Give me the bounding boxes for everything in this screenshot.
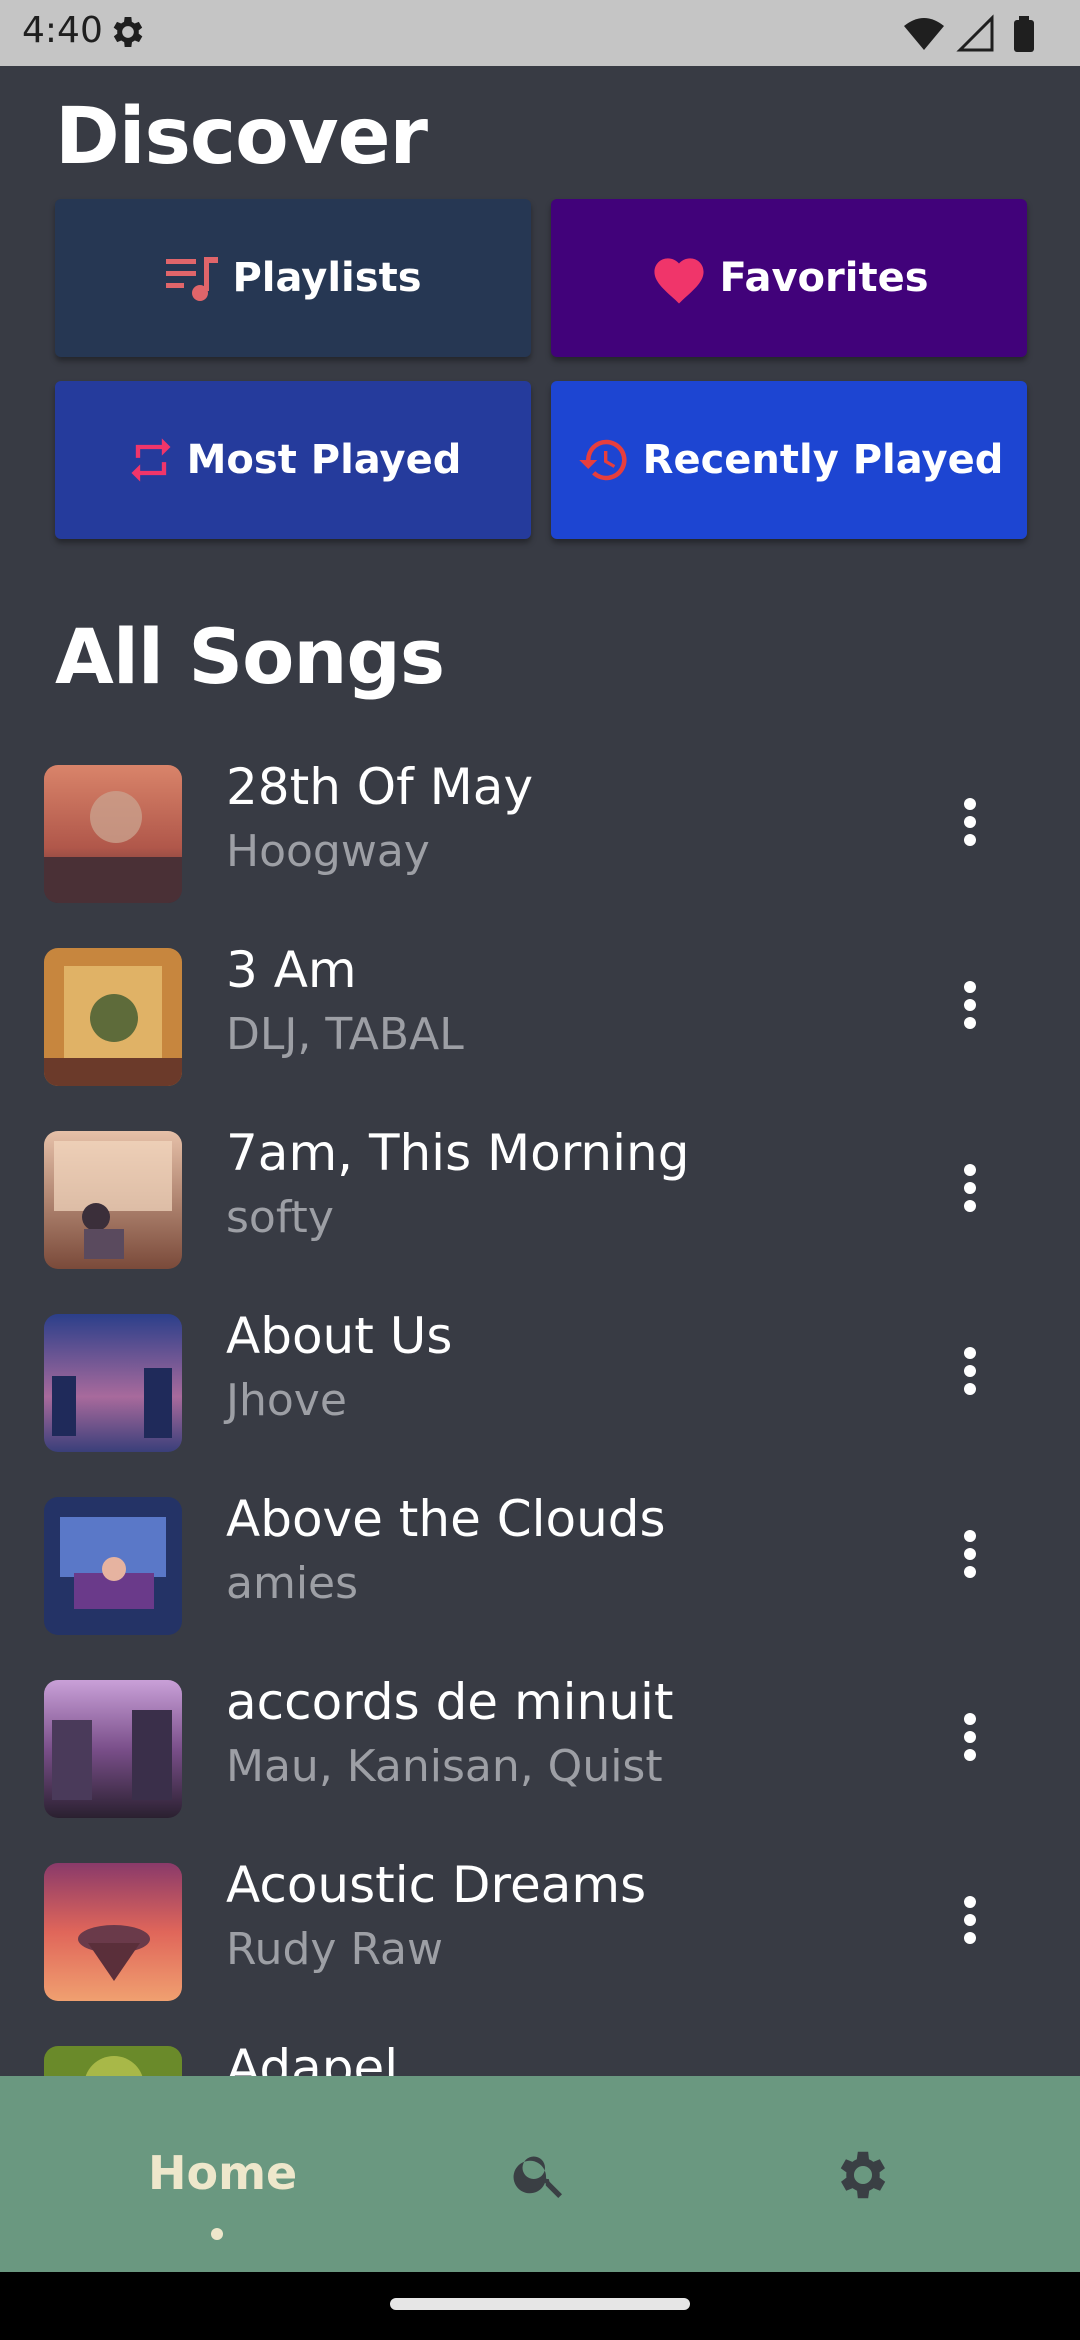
song-row[interactable]: 28th Of May Hoogway (0, 752, 1080, 935)
song-artist: DLJ, TABAL (226, 1009, 464, 1060)
album-cover (44, 1680, 182, 1818)
playlist-music-icon (166, 257, 219, 301)
active-indicator (211, 2228, 223, 2240)
more-options-icon[interactable] (950, 792, 990, 852)
song-title: Above the Clouds (226, 1490, 666, 1548)
search-icon[interactable] (510, 2144, 570, 2204)
bottom-navigation: Home (0, 2076, 1080, 2272)
favorites-button[interactable]: Favorites (551, 199, 1027, 357)
song-row[interactable]: About Us Jhove (0, 1301, 1080, 1484)
heart-icon (654, 258, 705, 304)
more-options-icon[interactable] (950, 1890, 990, 1950)
album-cover (44, 1863, 182, 2001)
song-row[interactable]: 3 Am DLJ, TABAL (0, 935, 1080, 1118)
battery-icon (1014, 20, 1034, 52)
song-row[interactable]: 7am, This Morning softy (0, 1118, 1080, 1301)
song-title: 3 Am (226, 941, 357, 999)
all-songs-title: All Songs (55, 612, 445, 701)
album-cover (44, 1497, 182, 1635)
more-options-icon[interactable] (950, 1158, 990, 1218)
song-title: 7am, This Morning (226, 1124, 690, 1182)
album-cover (44, 1314, 182, 1452)
status-time: 4:40 (22, 10, 103, 51)
recently-played-button[interactable]: Recently Played (551, 381, 1027, 539)
most-played-button[interactable]: Most Played (55, 381, 531, 539)
song-artist: Hoogway (226, 826, 430, 877)
page-title: Discover (55, 92, 428, 182)
song-title: 28th Of May (226, 758, 534, 816)
repeat-icon (131, 438, 171, 482)
nav-home-label: Home (148, 2146, 298, 2200)
song-row[interactable]: Above the Clouds amies (0, 1484, 1080, 1667)
history-icon (578, 439, 627, 481)
more-options-icon[interactable] (950, 1707, 990, 1767)
album-cover (44, 1131, 182, 1269)
song-artist: Jhove (226, 1375, 347, 1426)
system-navigation-bar (0, 2272, 1080, 2340)
favorites-label: Favorites (719, 255, 929, 301)
song-artist: amies (226, 1558, 359, 1609)
song-row[interactable]: accords de minuit Mau, Kanisan, Quist (0, 1667, 1080, 1850)
most-played-label: Most Played (186, 437, 462, 483)
song-artist: softy (226, 1192, 334, 1243)
more-options-icon[interactable] (950, 1524, 990, 1584)
recently-played-label: Recently Played (642, 437, 1004, 483)
settings-status-icon (113, 17, 143, 47)
home-gesture-handle[interactable] (390, 2298, 690, 2310)
song-artist: Mau, Kanisan, Quist (226, 1741, 663, 1792)
playlists-button[interactable]: Playlists (55, 199, 531, 357)
song-title: accords de minuit (226, 1673, 674, 1731)
more-options-icon[interactable] (950, 1341, 990, 1401)
signal-icon (956, 14, 994, 52)
album-cover (44, 765, 182, 903)
wifi-icon (904, 18, 944, 50)
status-icons (904, 14, 1034, 52)
status-bar: 4:40 (0, 0, 1080, 66)
playlists-label: Playlists (232, 255, 422, 301)
album-cover (44, 948, 182, 1086)
more-options-icon[interactable] (950, 975, 990, 1035)
gear-icon[interactable] (832, 2144, 894, 2206)
song-artist: Rudy Raw (226, 1924, 443, 1975)
song-title: Acoustic Dreams (226, 1856, 647, 1914)
song-row[interactable]: Acoustic Dreams Rudy Raw (0, 1850, 1080, 2033)
song-title: About Us (226, 1307, 453, 1365)
